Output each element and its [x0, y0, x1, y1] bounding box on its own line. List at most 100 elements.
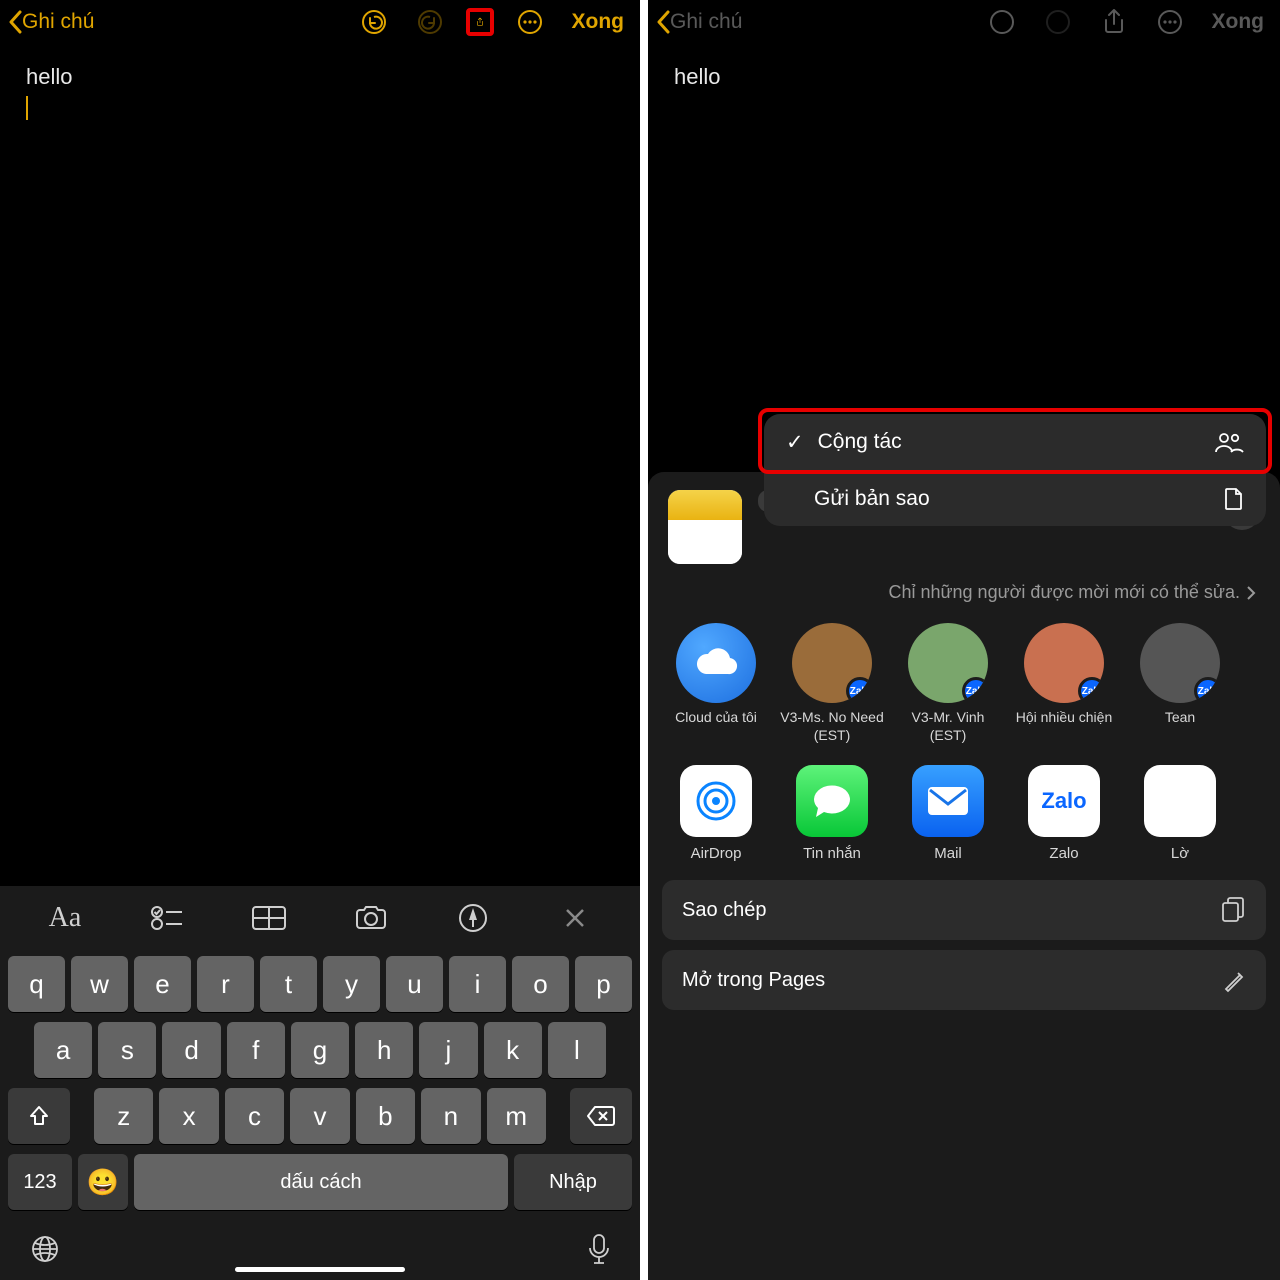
keyboard-area: Aa qwertyuiop asdfghjkl	[0, 886, 640, 1280]
share-sheet: Cộng tác Chỉ những người được mời mới có…	[648, 472, 1280, 1280]
popover-send-copy[interactable]: Gửi bản sao	[764, 470, 1266, 526]
action-sao-chép[interactable]: Sao chép	[662, 880, 1266, 940]
contact-item[interactable]: ZaloTean	[1126, 623, 1234, 745]
emoji-key[interactable]: 😀	[78, 1154, 128, 1210]
contact-label: Cloud của tôi	[675, 709, 757, 745]
keyboard[interactable]: qwertyuiop asdfghjkl zxcvbnm 123 😀 dấu c…	[0, 950, 640, 1218]
key-w[interactable]: w	[71, 956, 128, 1012]
key-y[interactable]: y	[323, 956, 380, 1012]
share-mode-popover: ✓ Cộng tác Gửi bản sao	[764, 414, 1266, 526]
key-v[interactable]: v	[290, 1088, 349, 1144]
key-a[interactable]: a	[34, 1022, 92, 1078]
app-item[interactable]: ZaloZalo	[1010, 765, 1118, 862]
numbers-key[interactable]: 123	[8, 1154, 72, 1210]
backspace-key[interactable]	[570, 1088, 632, 1144]
contact-item[interactable]: ZaloV3-Ms. No Need (EST)	[778, 623, 886, 745]
actions-list: Sao chép Mở trong Pages	[648, 880, 1280, 1010]
key-s[interactable]: s	[98, 1022, 156, 1078]
app-label: Zalo	[1049, 845, 1078, 862]
contact-item[interactable]: ZaloV3-Mr. Vinh (EST)	[894, 623, 1002, 745]
home-indicator[interactable]	[235, 1267, 405, 1272]
space-key[interactable]: dấu cách	[134, 1154, 508, 1210]
key-x[interactable]: x	[159, 1088, 218, 1144]
text-cursor	[26, 96, 28, 120]
text-format-icon[interactable]: Aa	[38, 897, 92, 939]
key-p[interactable]: p	[575, 956, 632, 1012]
key-l[interactable]: l	[548, 1022, 606, 1078]
key-j[interactable]: j	[419, 1022, 477, 1078]
key-h[interactable]: h	[355, 1022, 413, 1078]
redo-icon[interactable]	[416, 8, 444, 36]
permission-row[interactable]: Chỉ những người được mời mới có thể sửa.	[648, 576, 1280, 619]
note-content[interactable]: hello	[0, 44, 640, 142]
app-item[interactable]: Lờ	[1126, 765, 1234, 862]
more-icon[interactable]	[1156, 8, 1184, 36]
key-n[interactable]: n	[421, 1088, 480, 1144]
key-i[interactable]: i	[449, 956, 506, 1012]
document-icon	[1224, 487, 1244, 511]
navbar-actions: Xong	[360, 8, 635, 36]
contact-label: V3-Ms. No Need (EST)	[778, 709, 886, 745]
contact-item[interactable]: ZaloHội nhiều chiện	[1010, 623, 1118, 745]
chevron-right-icon	[1246, 585, 1256, 601]
screen-notes-edit: Ghi chú Xong hello Aa	[0, 0, 640, 1280]
share-icon[interactable]	[1100, 8, 1128, 36]
popover-collaborate-label: Cộng tác	[818, 430, 902, 454]
app-label: Lờ	[1171, 845, 1189, 862]
done-button[interactable]: Xong	[1212, 10, 1265, 34]
return-key[interactable]: Nhập	[514, 1154, 632, 1210]
key-f[interactable]: f	[227, 1022, 285, 1078]
share-icon[interactable]	[466, 8, 494, 36]
camera-icon[interactable]	[344, 897, 398, 939]
back-button[interactable]: Ghi chú	[6, 8, 94, 36]
close-format-icon[interactable]	[548, 897, 602, 939]
undo-icon[interactable]	[988, 8, 1016, 36]
key-q[interactable]: q	[8, 956, 65, 1012]
action-mở-trong-pages[interactable]: Mở trong Pages	[662, 950, 1266, 1010]
key-b[interactable]: b	[356, 1088, 415, 1144]
key-k[interactable]: k	[484, 1022, 542, 1078]
action-label: Mở trong Pages	[682, 969, 825, 992]
contact-label: V3-Mr. Vinh (EST)	[894, 709, 1002, 745]
note-content: hello	[648, 44, 1280, 110]
key-d[interactable]: d	[162, 1022, 220, 1078]
table-icon[interactable]	[242, 897, 296, 939]
markup-icon[interactable]	[446, 897, 500, 939]
app-item[interactable]: Mail	[894, 765, 1002, 862]
key-u[interactable]: u	[386, 956, 443, 1012]
screen-share-sheet: Ghi chú Xong hello ✓ Cộng tác	[640, 0, 1280, 1280]
shift-key[interactable]	[8, 1088, 70, 1144]
mic-icon[interactable]	[588, 1233, 610, 1265]
contact-label: Tean	[1165, 709, 1195, 745]
note-text: hello	[26, 64, 72, 89]
key-c[interactable]: c	[225, 1088, 284, 1144]
apps-row: AirDrop Tin nhắn Mail ZaloZalo Lờ	[648, 765, 1280, 880]
action-icon	[1220, 896, 1246, 924]
key-o[interactable]: o	[512, 956, 569, 1012]
back-button[interactable]: Ghi chú	[654, 8, 742, 36]
key-z[interactable]: z	[94, 1088, 153, 1144]
key-e[interactable]: e	[134, 956, 191, 1012]
globe-icon[interactable]	[30, 1234, 60, 1264]
key-r[interactable]: r	[197, 956, 254, 1012]
back-label: Ghi chú	[670, 10, 742, 34]
app-item[interactable]: AirDrop	[662, 765, 770, 862]
redo-icon[interactable]	[1044, 8, 1072, 36]
key-m[interactable]: m	[487, 1088, 546, 1144]
contact-item[interactable]: Cloud của tôi	[662, 623, 770, 745]
people-icon	[1214, 431, 1244, 453]
more-icon[interactable]	[516, 8, 544, 36]
key-t[interactable]: t	[260, 956, 317, 1012]
popover-collaborate[interactable]: ✓ Cộng tác	[764, 414, 1266, 470]
navbar-actions: Xong	[988, 8, 1275, 36]
done-button[interactable]: Xong	[572, 10, 625, 34]
app-item[interactable]: Tin nhắn	[778, 765, 886, 862]
app-label: Mail	[934, 845, 962, 862]
app-label: Tin nhắn	[803, 845, 861, 862]
undo-icon[interactable]	[360, 8, 388, 36]
check-icon: ✓	[786, 430, 804, 455]
back-label: Ghi chú	[22, 10, 94, 34]
key-g[interactable]: g	[291, 1022, 349, 1078]
checklist-icon[interactable]	[140, 897, 194, 939]
note-thumbnail	[668, 490, 742, 564]
